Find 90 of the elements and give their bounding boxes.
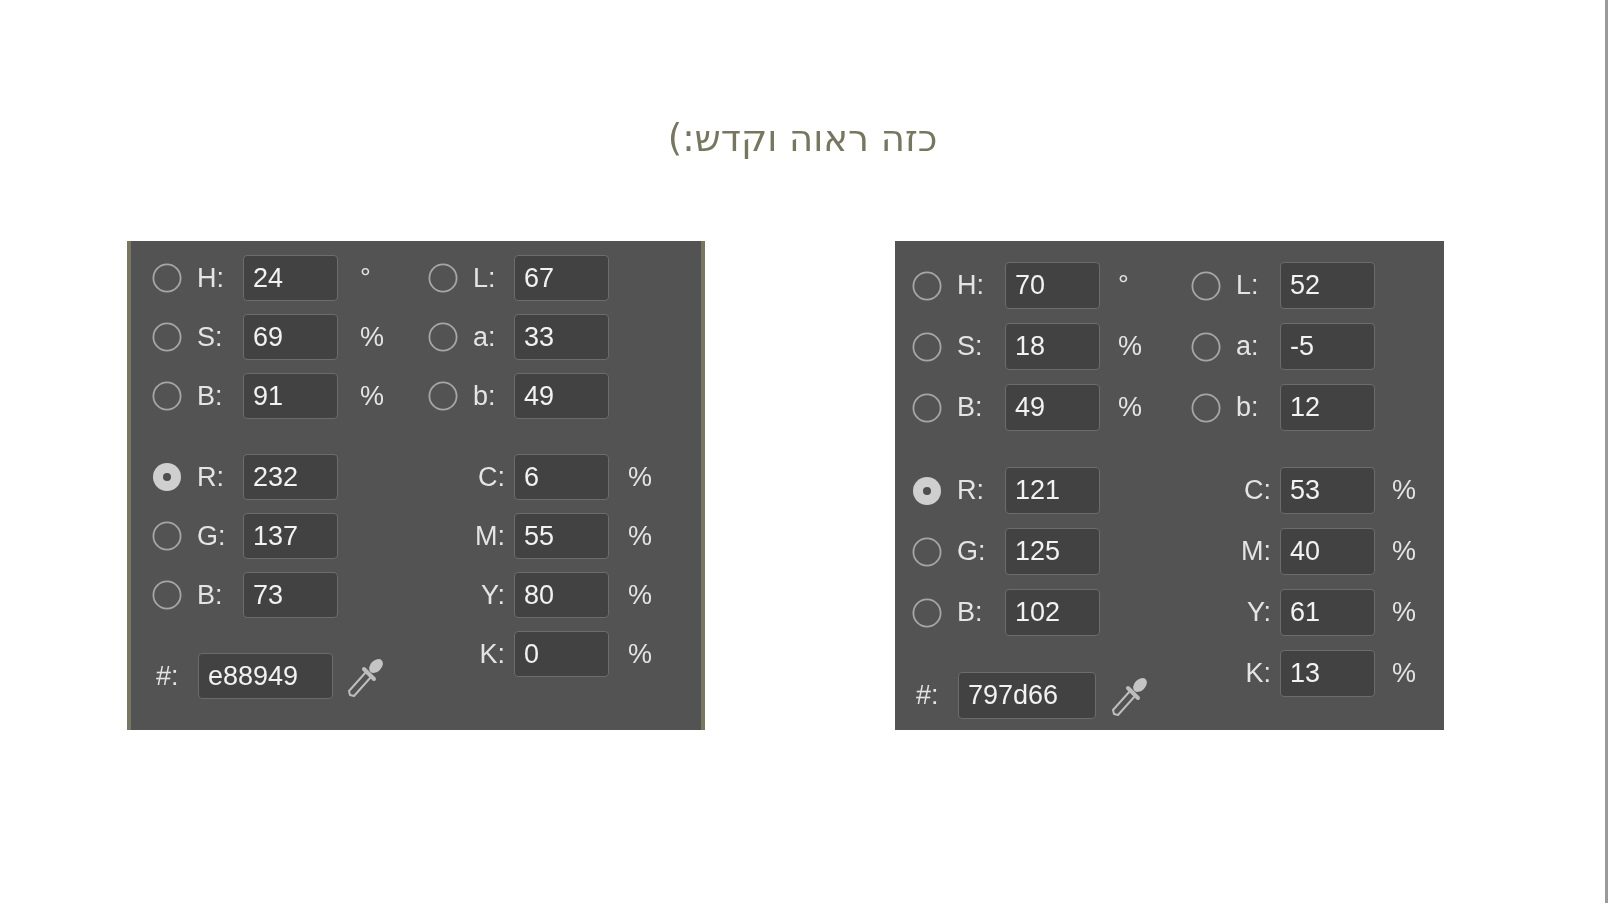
unit-label: % [628, 519, 652, 553]
field-label: #: [916, 679, 939, 713]
value-field[interactable]: -5 [1280, 323, 1375, 370]
field-label: a: [1236, 330, 1259, 364]
value-field[interactable]: 40 [1280, 528, 1375, 575]
radio-button[interactable] [152, 521, 182, 551]
field-label: M: [1241, 535, 1271, 569]
radio-button[interactable] [152, 322, 182, 352]
unit-label: % [628, 460, 652, 494]
field-label: C: [478, 460, 505, 494]
unit-label: % [1118, 391, 1142, 425]
value-field[interactable]: 797d66 [958, 672, 1096, 719]
radio-button[interactable] [1191, 331, 1221, 362]
radio-button[interactable] [912, 597, 942, 628]
field-label: H: [197, 261, 224, 295]
radio-button[interactable] [152, 381, 182, 411]
value-field[interactable]: 67 [514, 255, 609, 301]
unit-label: % [360, 379, 384, 413]
field-label: L: [473, 261, 496, 295]
value-field[interactable]: 137 [243, 513, 338, 559]
value-field[interactable]: 91 [243, 373, 338, 419]
radio-button[interactable] [428, 263, 458, 293]
value-field[interactable]: 73 [243, 572, 338, 618]
unit-label: % [1392, 535, 1416, 569]
field-label: K: [479, 637, 505, 671]
page-title: כזה ראוה וקדש:) [667, 116, 938, 162]
radio-button[interactable] [152, 580, 182, 610]
field-label: M: [475, 519, 505, 553]
value-field[interactable]: 80 [514, 572, 609, 618]
value-field[interactable]: 55 [514, 513, 609, 559]
unit-label: ° [360, 261, 371, 295]
unit-label: % [1392, 596, 1416, 630]
value-field[interactable]: 18 [1005, 323, 1100, 370]
field-label: C: [1244, 474, 1271, 508]
value-field[interactable]: 49 [514, 373, 609, 419]
field-label: K: [1245, 657, 1271, 691]
value-field[interactable]: 121 [1005, 467, 1100, 514]
radio-button[interactable] [428, 381, 458, 411]
radio-button[interactable] [1191, 392, 1221, 423]
unit-label: ° [1118, 269, 1129, 303]
value-field[interactable]: 125 [1005, 528, 1100, 575]
field-label: B: [197, 379, 223, 413]
value-field[interactable]: 6 [514, 454, 609, 500]
radio-button[interactable] [912, 392, 942, 423]
value-field[interactable]: 24 [243, 255, 338, 301]
field-label: B: [197, 578, 223, 612]
field-label: S: [957, 330, 983, 364]
radio-button[interactable] [912, 331, 942, 362]
field-label: S: [197, 320, 223, 354]
field-label: R: [957, 474, 984, 508]
radio-button[interactable] [428, 322, 458, 352]
field-label: G: [197, 519, 226, 553]
value-field[interactable]: 102 [1005, 589, 1100, 636]
field-label: H: [957, 269, 984, 303]
value-field[interactable]: 12 [1280, 384, 1375, 431]
value-field[interactable]: 232 [243, 454, 338, 500]
field-label: b: [1236, 391, 1259, 425]
radio-button[interactable] [912, 475, 942, 506]
radio-button[interactable] [152, 462, 182, 492]
field-label: a: [473, 320, 496, 354]
value-field[interactable]: 0 [514, 631, 609, 677]
value-field[interactable]: e88949 [198, 653, 333, 699]
eyedropper-icon[interactable] [1111, 675, 1149, 716]
value-field[interactable]: 53 [1280, 467, 1375, 514]
radio-button[interactable] [1191, 270, 1221, 301]
field-label: G: [957, 535, 986, 569]
field-label: B: [957, 391, 983, 425]
value-field[interactable]: 52 [1280, 262, 1375, 309]
value-field[interactable]: 61 [1280, 589, 1375, 636]
unit-label: % [628, 637, 652, 671]
radio-button[interactable] [912, 270, 942, 301]
radio-button[interactable] [912, 536, 942, 567]
value-field[interactable]: 69 [243, 314, 338, 360]
unit-label: % [1392, 657, 1416, 691]
field-label: #: [156, 659, 179, 693]
field-label: R: [197, 460, 224, 494]
field-label: Y: [480, 578, 505, 612]
value-field[interactable]: 70 [1005, 262, 1100, 309]
unit-label: % [1118, 330, 1142, 364]
value-field[interactable]: 49 [1005, 384, 1100, 431]
unit-label: % [628, 578, 652, 612]
radio-button[interactable] [152, 263, 182, 293]
field-label: L: [1236, 269, 1259, 303]
unit-label: % [360, 320, 384, 354]
value-field[interactable]: 33 [514, 314, 609, 360]
unit-label: % [1392, 474, 1416, 508]
value-field[interactable]: 13 [1280, 650, 1375, 697]
field-label: Y: [1246, 596, 1271, 630]
field-label: b: [473, 379, 496, 413]
field-label: B: [957, 596, 983, 630]
